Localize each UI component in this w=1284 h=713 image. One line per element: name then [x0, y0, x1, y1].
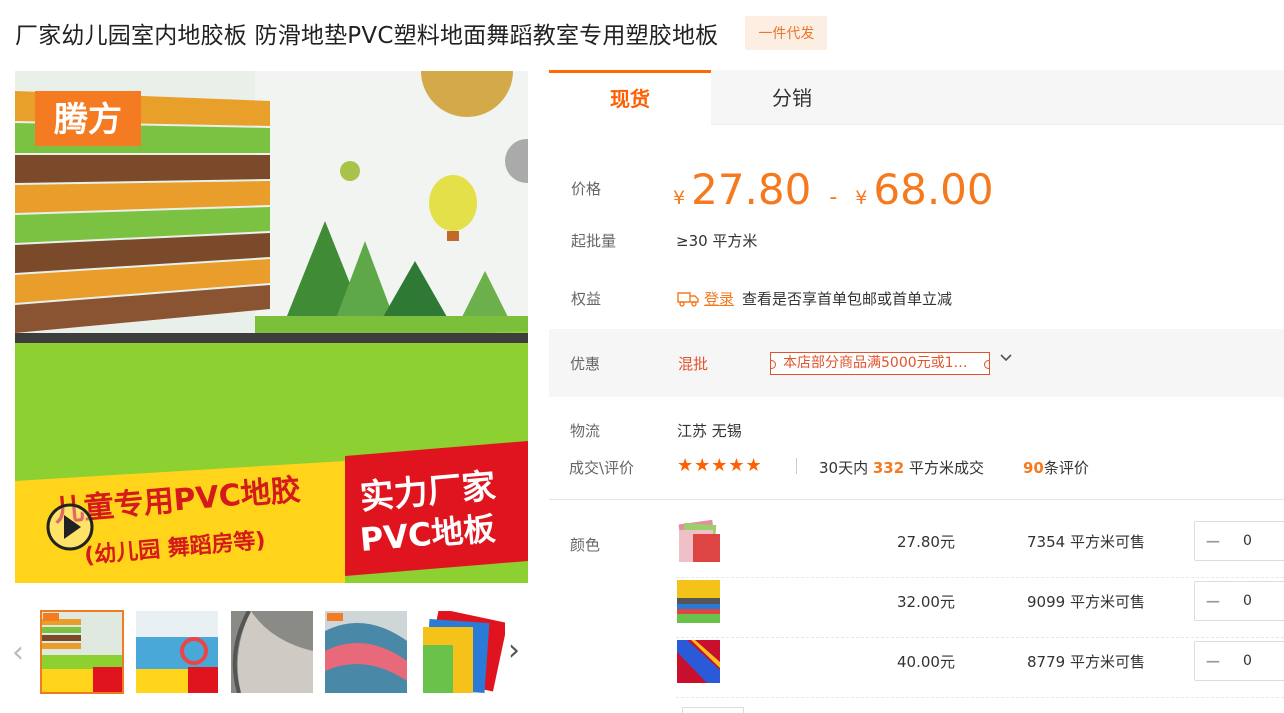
sales-suffix: 平方米成交 — [908, 459, 984, 477]
product-title: 厂家幼儿园室内地胶板 防滑地垫PVC塑料地面舞蹈教室专用塑胶地板 — [15, 23, 719, 49]
sku-color-swatch[interactable] — [677, 520, 720, 563]
moq-label: 起批量 — [571, 232, 617, 250]
delivery-truck-icon — [677, 289, 699, 311]
thumbnail-2[interactable] — [136, 611, 218, 693]
tab-distribution[interactable]: 分销 — [711, 70, 873, 125]
dropship-tag: 一件代发 — [745, 16, 828, 50]
review-count: 90 — [1023, 459, 1044, 477]
quantity-input[interactable]: 0 — [1243, 593, 1252, 609]
decrease-quantity-button[interactable]: − — [1195, 582, 1231, 620]
tab-in-stock[interactable]: 现货 — [549, 70, 711, 125]
moq-value: ≥30 平方米 — [676, 232, 758, 250]
sales-prefix: 30天内 — [819, 459, 869, 477]
thumbnail-3[interactable] — [231, 611, 313, 693]
login-link[interactable]: 登录 — [704, 288, 734, 309]
logistics-label: 物流 — [570, 422, 601, 440]
sku-color-swatch[interactable] — [677, 640, 720, 683]
thumbnail-5[interactable] — [423, 611, 505, 693]
sku-stock: 8779 平方米可售 — [1027, 653, 1145, 671]
sku-price: 40.00元 — [897, 653, 955, 671]
sku-price: 32.00元 — [897, 593, 955, 611]
next-thumbnail-arrow-icon[interactable]: › — [508, 633, 520, 668]
quantity-input[interactable]: 0 — [1243, 653, 1252, 669]
prev-thumbnail-arrow-icon[interactable]: ‹ — [12, 635, 24, 670]
sku-row: 27.80元 7354 平方米可售 − 0 — [676, 518, 1284, 578]
sku-stock: 9099 平方米可售 — [1027, 593, 1145, 611]
brand-logo-text: 腾方 — [54, 100, 122, 140]
decrease-quantity-button[interactable]: − — [1195, 522, 1231, 560]
rating-stars: ★★★★★ — [677, 455, 763, 476]
sales-count: 332 — [872, 459, 905, 477]
logistics-value: 江苏 无锡 — [677, 422, 742, 440]
quantity-stepper: − 0 — [1194, 641, 1284, 681]
deals-label: 成交\评价 — [569, 459, 635, 477]
price-range: ¥ 27.80 - ¥ 68.00 — [673, 165, 994, 214]
sku-price: 27.80元 — [897, 533, 955, 551]
quantity-stepper: − 0 — [1194, 581, 1284, 621]
review-suffix: 条评价 — [1043, 459, 1089, 477]
price-min: 27.80 — [691, 165, 812, 214]
currency-symbol-2: ¥ — [855, 187, 868, 209]
sku-row: 40.00元 8779 平方米可售 − 0 — [676, 638, 1284, 698]
title-row: 厂家幼儿园室内地胶板 防滑地垫PVC塑料地面舞蹈教室专用塑胶地板 一件代发 — [15, 16, 828, 50]
benefits-label: 权益 — [571, 290, 602, 308]
quantity-stepper: − 0 — [1194, 521, 1284, 561]
benefits-text: 查看是否享首单包邮或首单立减 — [742, 290, 953, 308]
currency-symbol: ¥ — [673, 187, 686, 209]
section-divider — [549, 499, 1284, 500]
thumbnail-strip: ‹ › — [12, 610, 532, 694]
sku-row: 32.00元 9099 平方米可售 − 0 — [676, 578, 1284, 638]
sku-color-swatch[interactable] — [677, 580, 720, 623]
sales-summary: 30天内 332 平方米成交 — [819, 457, 984, 478]
thumbnail-1[interactable] — [40, 610, 124, 694]
promo-type: 混批 — [678, 355, 709, 373]
promo-label: 优惠 — [570, 355, 601, 373]
purchase-mode-tabs: 现货 分销 — [549, 70, 1284, 125]
coupon-badge[interactable]: 本店部分商品满5000元或1… — [770, 352, 990, 375]
thumbnail-4[interactable] — [325, 611, 407, 693]
review-summary[interactable]: 90条评价 — [1023, 457, 1089, 478]
divider — [796, 458, 797, 474]
price-separator: - — [829, 185, 838, 210]
product-scene: 腾方 儿童专用PVC地胶 (幼儿园 舞蹈房等) 实力厂家 PVC地板 — [15, 71, 528, 583]
quantity-input[interactable]: 0 — [1243, 533, 1252, 549]
play-video-icon[interactable] — [46, 503, 94, 551]
sku-stock: 7354 平方米可售 — [1027, 533, 1145, 551]
price-max: 68.00 — [873, 165, 994, 214]
expand-more-tab[interactable] — [682, 707, 744, 713]
chevron-down-icon[interactable] — [999, 351, 1013, 367]
sku-color-label: 颜色 — [570, 536, 601, 554]
decrease-quantity-button[interactable]: − — [1195, 642, 1231, 680]
main-product-image[interactable]: 腾方 儿童专用PVC地胶 (幼儿园 舞蹈房等) 实力厂家 PVC地板 — [15, 71, 528, 583]
price-label: 价格 — [571, 180, 602, 198]
